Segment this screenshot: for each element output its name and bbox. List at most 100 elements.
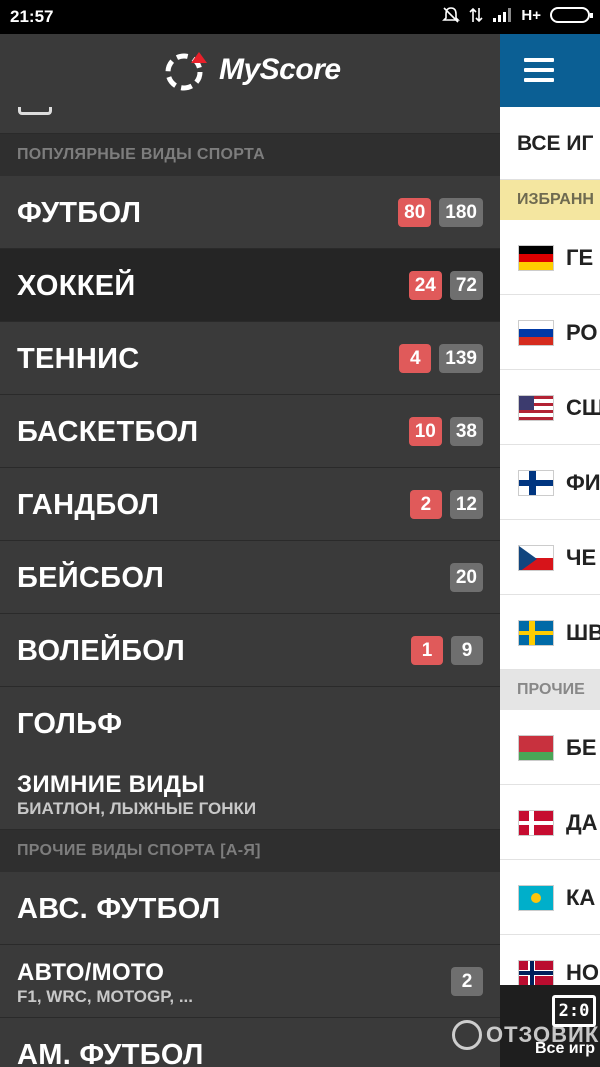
count-badges: 2 [451, 967, 483, 996]
country-name: НО [566, 960, 599, 985]
country-row[interactable]: БЕ [500, 710, 600, 785]
live-count-badge: 2 [409, 490, 442, 519]
total-count-badge: 180 [439, 198, 483, 227]
sport-item[interactable]: ТЕННИС 4 139 [0, 322, 500, 395]
logo-icon [165, 52, 207, 91]
total-count-badge: 12 [449, 490, 483, 519]
total-count-badge: 139 [439, 344, 483, 373]
popular-sports-section-header: ПОПУЛЯРНЫЕ ВИДЫ СПОРТА [0, 134, 500, 176]
tv-icon [18, 107, 52, 115]
sport-item[interactable]: АМ. ФУТБОЛ [0, 1018, 500, 1067]
count-badges: 2 12 [409, 490, 483, 519]
logo-text: MyScore [219, 53, 341, 86]
watermark-text: ОТЗОВИК [486, 1022, 600, 1047]
status-time: 21:57 [10, 7, 54, 26]
sport-item-subtitle: БИАТЛОН, ЛЫЖНЫЕ ГОНКИ [17, 799, 257, 818]
signal-icon [493, 8, 512, 22]
country-name: ФИ [566, 470, 600, 495]
others-section-header: ПРОЧИЕ [500, 670, 600, 710]
app-header [500, 34, 600, 107]
czech-flag-icon [518, 545, 554, 571]
sport-item[interactable]: АВС. ФУТБОЛ [0, 872, 500, 945]
total-count-badge: 20 [449, 563, 483, 592]
usa-flag-icon [518, 395, 554, 421]
sport-item-label: ГАНДБОЛ [17, 489, 160, 521]
sport-item[interactable]: ВОЛЕЙБОЛ 1 9 [0, 614, 500, 687]
count-badges: 19 [411, 636, 483, 665]
mute-icon [442, 7, 461, 23]
norway-flag-icon [518, 960, 554, 986]
country-name: ШВ [566, 620, 600, 645]
country-row[interactable]: РО [500, 295, 600, 370]
menu-icon[interactable] [524, 58, 554, 83]
battery-icon [550, 7, 593, 23]
watermark-logo-icon [452, 1020, 482, 1050]
myscore-logo: MyScore [163, 48, 341, 92]
country-name: ДА [566, 810, 598, 835]
country-row[interactable]: ГЕ [500, 220, 600, 295]
live-count-badge: 24 [408, 271, 442, 300]
other-sports-section-header: ПРОЧИЕ ВИДЫ СПОРТА [А-Я] [0, 830, 500, 872]
sport-item[interactable]: ГАНДБОЛ 2 12 [0, 468, 500, 541]
live-count-badge: 4 [399, 344, 432, 373]
sport-item-label: БАСКЕТБОЛ [17, 416, 199, 448]
status-bar: 21:57 H+ [0, 0, 600, 34]
live-count-badge: 80 [398, 198, 432, 227]
count-badges: 80 180 [398, 198, 483, 227]
total-count-badge: 72 [449, 271, 483, 300]
count-badges: 10 38 [408, 417, 483, 446]
partial-menu-item[interactable] [0, 107, 500, 134]
country-name: КА [566, 885, 596, 910]
country-row[interactable]: КА [500, 860, 600, 935]
navigation-drawer: MyScore ПОПУЛЯРНЫЕ ВИДЫ СПОРТА ФУТБОЛ 80 1… [0, 34, 500, 1067]
favorites-section-header: ИЗБРАНН [500, 180, 600, 220]
sport-item-subtitle: F1, WRC, MOTOGP, ... [17, 987, 194, 1006]
live-count-badge: 1 [411, 636, 443, 665]
country-row[interactable]: ДА [500, 785, 600, 860]
count-badges: 4 139 [399, 344, 483, 373]
germany-flag-icon [518, 245, 554, 271]
sport-item-label: БЕЙСБОЛ [17, 562, 165, 594]
total-count-badge: 9 [451, 636, 483, 665]
finland-flag-icon [518, 470, 554, 496]
kazakhstan-flag-icon [518, 885, 554, 911]
country-name: ГЕ [566, 245, 594, 270]
count-badges: 24 72 [408, 271, 483, 300]
sweden-flag-icon [518, 620, 554, 646]
belarus-flag-icon [518, 735, 554, 761]
sport-item-label: ХОККЕЙ [17, 270, 136, 302]
data-arrows-icon [469, 7, 483, 23]
country-row[interactable]: ФИ [500, 445, 600, 520]
sport-item[interactable]: АВТО/МОТО F1, WRC, MOTOGP, ... 2 [0, 945, 500, 1018]
drawer-header: MyScore [0, 34, 500, 107]
country-row[interactable]: ШВ [500, 595, 600, 670]
status-icons: H+ [442, 6, 593, 24]
sport-item-label: ВОЛЕЙБОЛ [17, 635, 186, 667]
network-type: H+ [521, 6, 541, 24]
sport-item-label: ГОЛЬФ [17, 708, 123, 740]
all-games-tab[interactable]: ВСЕ ИГ [500, 107, 600, 180]
total-count-badge: 38 [449, 417, 483, 446]
sport-item-label: ЗИМНИЕ ВИДЫ [17, 771, 206, 798]
country-name: ЧЕ [566, 545, 597, 570]
total-count-badge: 2 [451, 967, 483, 996]
live-count-badge: 10 [408, 417, 442, 446]
sport-item[interactable]: БЕЙСБОЛ 20 [0, 541, 500, 614]
russia-flag-icon [518, 320, 554, 346]
sport-item[interactable]: ФУТБОЛ 80 180 [0, 176, 500, 249]
country-row[interactable]: ЧЕ [500, 520, 600, 595]
country-row[interactable]: СШ [500, 370, 600, 445]
sport-item-label: АВТО/МОТО [17, 959, 165, 986]
country-name: БЕ [566, 735, 597, 760]
sport-item[interactable]: ГОЛЬФ [0, 687, 500, 760]
watermark: ОТЗОВИК [452, 1020, 599, 1050]
sport-item-label: АВС. ФУТБОЛ [17, 893, 221, 925]
sport-item[interactable]: ХОККЕЙ 24 72 [0, 249, 500, 322]
count-badges: 20 [449, 563, 483, 592]
sport-item-label: ТЕННИС [17, 343, 140, 375]
country-name: СШ [566, 395, 600, 420]
sport-item[interactable]: БАСКЕТБОЛ 10 38 [0, 395, 500, 468]
denmark-flag-icon [518, 810, 554, 836]
country-name: РО [566, 320, 598, 345]
sport-item-winter[interactable]: ЗИМНИЕ ВИДЫ БИАТЛОН, ЛЫЖНЫЕ ГОНКИ [0, 757, 500, 830]
